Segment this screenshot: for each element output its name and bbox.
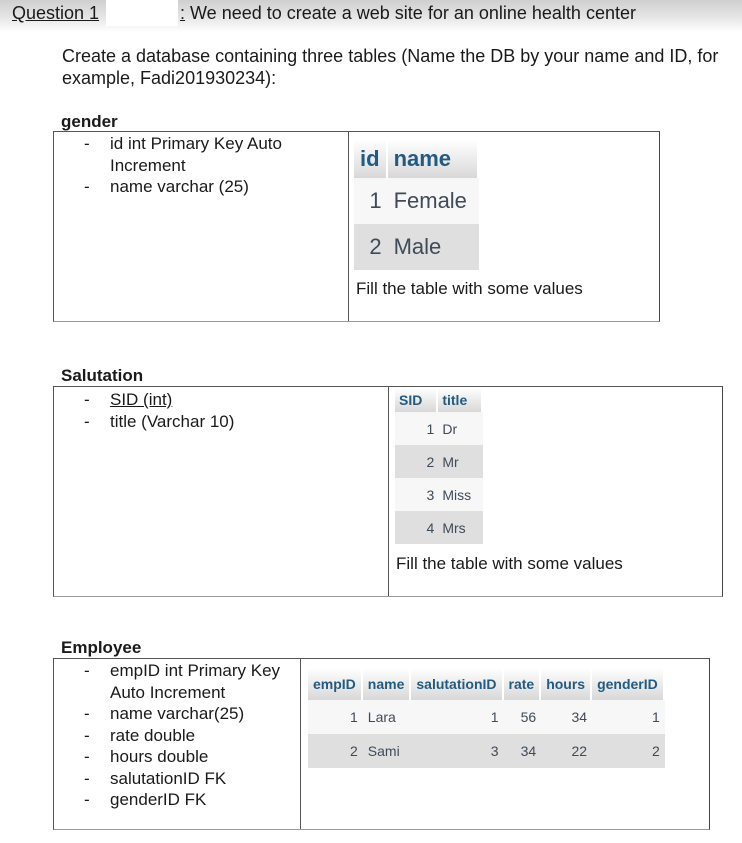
salutation-box-divider <box>388 387 389 596</box>
field-item: name varchar(25) <box>84 703 284 725</box>
field-item: genderID FK <box>84 789 284 811</box>
cell-empid: 2 <box>308 734 363 768</box>
employee-section-title: Employee <box>61 638 142 657</box>
table-row: 2 Male <box>354 224 480 270</box>
cell-name: Lara <box>362 700 412 734</box>
column-header-title: title <box>438 388 484 412</box>
field-item: hours double <box>84 746 284 768</box>
field-item: empID int Primary Key Auto Increment <box>84 660 284 703</box>
table-row: 4 Mrs <box>395 511 484 544</box>
table-row: 2 Mr <box>395 445 484 478</box>
question-label: Question 1 <box>12 3 100 23</box>
cell-genderid: 2 <box>592 734 665 768</box>
cell-rate: 56 <box>503 700 542 734</box>
field-item: rate double <box>84 725 284 747</box>
employee-field-list: empID int Primary Key Auto Increment nam… <box>84 660 284 811</box>
field-item: id int Primary Key Auto Increment <box>84 133 314 176</box>
column-header-sid: SID <box>395 388 439 412</box>
cell-sid: 4 <box>395 511 439 544</box>
cell-title: Miss <box>438 478 484 511</box>
salutation-fill-note: Fill the table with some values <box>396 554 623 573</box>
intro-paragraph: Create a database containing three table… <box>62 46 719 88</box>
column-header-name: name <box>362 668 412 700</box>
field-item: title (Varchar 10) <box>84 411 364 433</box>
field-item: SID (int) <box>84 389 364 411</box>
column-header-id: id <box>354 140 388 178</box>
column-header-genderid: genderID <box>592 668 665 700</box>
salutation-section-title: Salutation <box>61 366 144 385</box>
cell-genderid: 1 <box>592 700 665 734</box>
table-row: 2 Sami 3 34 22 2 <box>308 734 665 768</box>
column-header-empid: empID <box>308 668 363 700</box>
column-header-rate: rate <box>503 668 542 700</box>
table-row: 3 Miss <box>395 478 484 511</box>
salutation-field-list: SID (int) title (Varchar 10) <box>84 389 364 432</box>
column-header-hours: hours <box>541 668 593 700</box>
question-header: Question 1 : We need to create a web sit… <box>0 0 742 32</box>
cell-name: Male <box>387 224 480 270</box>
cell-sid: 1 <box>395 412 439 445</box>
cell-title: Dr <box>438 412 484 445</box>
column-header-salutationid: salutationID <box>411 668 504 700</box>
gender-section-title: gender <box>61 112 118 131</box>
field-item: salutationID FK <box>84 768 284 790</box>
cell-id: 1 <box>354 178 388 224</box>
question-description: We need to create a web site for an onli… <box>185 3 636 23</box>
cell-name: Sami <box>362 734 412 768</box>
redaction-box <box>106 0 178 26</box>
cell-salutationid: 1 <box>411 700 504 734</box>
employee-box-divider <box>300 659 301 829</box>
primary-key-field: SID (int) <box>110 390 173 409</box>
gender-fill-note: Fill the table with some values <box>356 279 583 298</box>
cell-hours: 34 <box>541 700 593 734</box>
gender-field-list: id int Primary Key Auto Increment name v… <box>84 133 314 198</box>
field-item: name varchar (25) <box>84 176 314 198</box>
cell-id: 2 <box>354 224 388 270</box>
gender-box-divider <box>348 132 349 321</box>
column-header-name: name <box>387 140 480 178</box>
salutation-data-table: SID title 1 Dr 2 Mr 3 Miss 4 Mrs <box>395 388 484 544</box>
table-row: 1 Dr <box>395 412 484 445</box>
employee-data-table: empID name salutationID rate hours gende… <box>308 668 665 768</box>
gender-data-table: id name 1 Female 2 Male <box>354 140 480 270</box>
table-row: 1 Lara 1 56 34 1 <box>308 700 665 734</box>
cell-title: Mrs <box>438 511 484 544</box>
cell-hours: 22 <box>541 734 593 768</box>
cell-name: Female <box>387 178 480 224</box>
cell-title: Mr <box>438 445 484 478</box>
cell-sid: 3 <box>395 478 439 511</box>
table-row: 1 Female <box>354 178 480 224</box>
cell-sid: 2 <box>395 445 439 478</box>
question-text: : We need to create a web site for an on… <box>180 3 636 24</box>
cell-salutationid: 3 <box>411 734 504 768</box>
cell-rate: 34 <box>503 734 542 768</box>
cell-empid: 1 <box>308 700 363 734</box>
